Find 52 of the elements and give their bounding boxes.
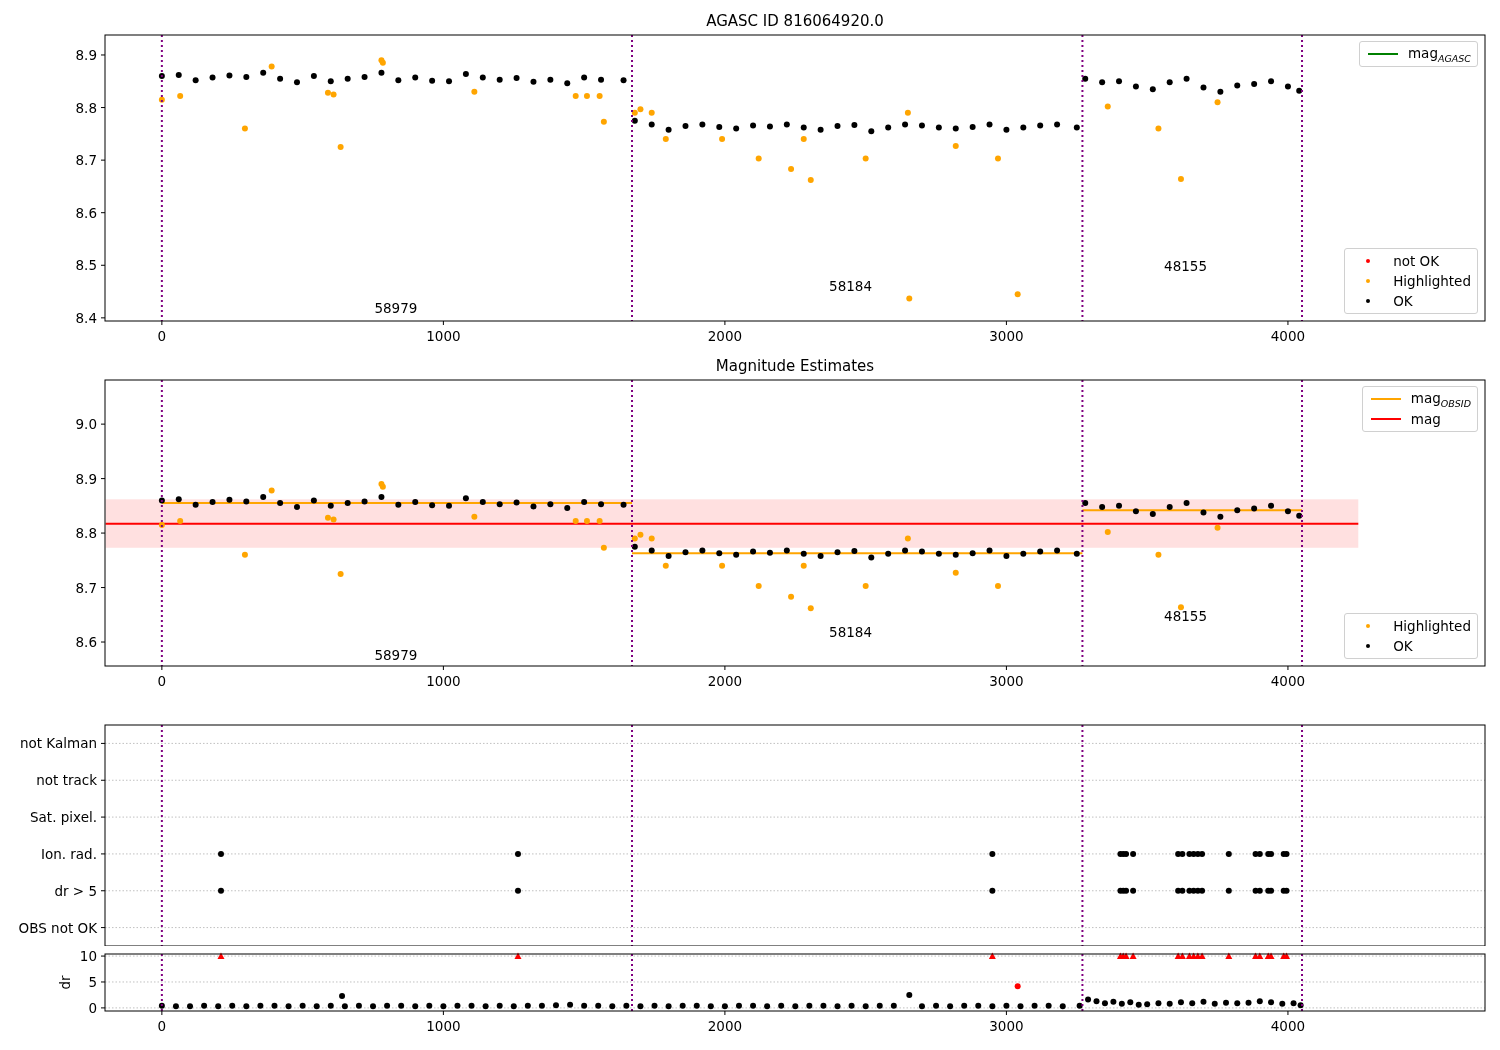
tick-label: not Kalman bbox=[19, 735, 97, 752]
legend-label: Highlighted bbox=[1393, 273, 1471, 289]
tick-label: 8.6 bbox=[75, 204, 97, 221]
tick-label: Ion. rad. bbox=[40, 845, 97, 862]
tick-label: 8.5 bbox=[75, 257, 97, 274]
tick-label: 8.8 bbox=[75, 99, 97, 116]
legend-label: Highlighted bbox=[1393, 618, 1471, 634]
chart-title: Magnitude Estimates bbox=[715, 357, 875, 375]
legend-label: OK bbox=[1393, 293, 1413, 309]
tick-label: 0 bbox=[157, 1018, 167, 1034]
segment-label: 58979 bbox=[374, 299, 418, 316]
segment-label: 58184 bbox=[829, 623, 872, 640]
tick-label: 3000 bbox=[989, 1018, 1024, 1034]
tick-label: 0 bbox=[88, 999, 97, 1016]
tick-label: 3000 bbox=[989, 673, 1024, 689]
tick-label: 5 bbox=[88, 974, 97, 990]
legend-label: mag$_{AGASC}$ bbox=[1407, 44, 1471, 64]
tick-label: 1000 bbox=[426, 1018, 461, 1034]
tick-label: 10 bbox=[79, 948, 97, 965]
tick-label: 1000 bbox=[426, 328, 461, 344]
tick-label: not track bbox=[36, 772, 97, 789]
segment-label: 58184 bbox=[829, 277, 872, 294]
tick-label: 8.7 bbox=[75, 152, 97, 169]
tick-label: dr > 5 bbox=[54, 882, 97, 899]
tick-label: 2000 bbox=[707, 328, 743, 344]
tick-label: 8.9 bbox=[75, 470, 97, 487]
tick-label: 4000 bbox=[1270, 1018, 1306, 1034]
tick-label: 0 bbox=[157, 673, 167, 689]
tick-label: 2000 bbox=[707, 1018, 743, 1034]
tick-label: 2000 bbox=[707, 673, 743, 689]
tick-label: 4000 bbox=[1270, 328, 1306, 344]
legend-label: not OK bbox=[1393, 253, 1440, 269]
tick-label: OBS not OK bbox=[18, 919, 97, 936]
tick-label: 8.4 bbox=[75, 309, 97, 326]
legend-label: mag$_{OBSID}$ bbox=[1410, 389, 1471, 409]
legend-label: OK bbox=[1393, 638, 1413, 654]
tick-label: 0 bbox=[157, 328, 167, 344]
segment-label: 48155 bbox=[1164, 608, 1207, 625]
tick-label: 8.9 bbox=[75, 47, 97, 63]
tick-label: 8.6 bbox=[75, 634, 97, 651]
tick-label: 9.0 bbox=[75, 416, 97, 433]
tick-label: 4000 bbox=[1270, 673, 1306, 689]
chart-title: AGASC ID 816064920.0 bbox=[706, 12, 884, 30]
axis-label: dr bbox=[57, 975, 73, 990]
segment-label: 48155 bbox=[1164, 257, 1207, 274]
segment-label: 58979 bbox=[374, 647, 418, 663]
legend-label: mag bbox=[1410, 411, 1441, 427]
tick-label: Sat. pixel. bbox=[30, 809, 97, 826]
tick-label: 8.8 bbox=[75, 525, 97, 542]
tick-label: 1000 bbox=[426, 673, 461, 689]
tick-label: 8.7 bbox=[75, 579, 97, 596]
tick-label: 3000 bbox=[989, 328, 1024, 344]
